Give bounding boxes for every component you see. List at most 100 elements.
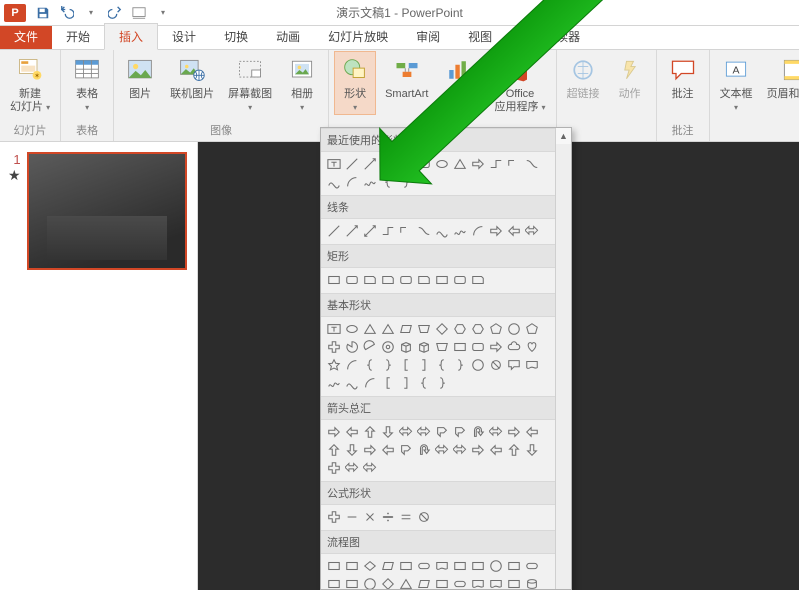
album-button[interactable]: 相册▾ (282, 52, 322, 114)
shape-item[interactable] (325, 374, 343, 392)
shape-item[interactable] (325, 557, 343, 575)
tab-transitions[interactable]: 切换 (210, 24, 262, 49)
shape-item[interactable] (361, 374, 379, 392)
shape-item[interactable] (433, 155, 451, 173)
shape-item[interactable] (325, 173, 343, 191)
shape-item[interactable] (505, 575, 523, 589)
office-apps-button[interactable]: Office应用程序 ▾ (490, 52, 549, 114)
shape-item[interactable] (361, 441, 379, 459)
shape-item[interactable] (505, 222, 523, 240)
shape-item[interactable] (451, 356, 469, 374)
shape-item[interactable] (433, 557, 451, 575)
shape-item[interactable] (361, 222, 379, 240)
shape-item[interactable] (469, 441, 487, 459)
shape-item[interactable] (343, 271, 361, 289)
shape-item[interactable] (325, 155, 343, 173)
shape-item[interactable] (343, 575, 361, 589)
shape-item[interactable] (415, 508, 433, 526)
shape-item[interactable] (505, 320, 523, 338)
shape-item[interactable] (379, 320, 397, 338)
scroll-up-icon[interactable]: ▲ (556, 128, 571, 144)
shape-item[interactable] (469, 338, 487, 356)
shape-item[interactable] (523, 423, 541, 441)
shape-item[interactable] (523, 575, 541, 589)
shape-item[interactable] (343, 173, 361, 191)
shape-item[interactable] (487, 423, 505, 441)
shape-item[interactable] (361, 557, 379, 575)
chart-button[interactable]: 图表 (438, 52, 478, 101)
action-button[interactable]: 动作 (610, 52, 650, 101)
shape-item[interactable] (325, 441, 343, 459)
save-icon[interactable] (32, 2, 54, 24)
shape-item[interactable] (487, 441, 505, 459)
shape-item[interactable] (487, 356, 505, 374)
shape-item[interactable] (397, 508, 415, 526)
tab-home[interactable]: 开始 (52, 24, 104, 49)
shape-item[interactable] (361, 320, 379, 338)
shape-item[interactable] (523, 557, 541, 575)
shape-item[interactable] (433, 374, 451, 392)
undo-icon[interactable] (56, 2, 78, 24)
slide-thumbnail-1[interactable] (27, 152, 187, 270)
shape-item[interactable] (415, 222, 433, 240)
shape-item[interactable] (361, 356, 379, 374)
tab-animations[interactable]: 动画 (262, 24, 314, 49)
shape-item[interactable] (415, 575, 433, 589)
shape-item[interactable] (487, 338, 505, 356)
table-button[interactable]: 表格▾ (67, 52, 107, 114)
shape-item[interactable] (343, 222, 361, 240)
shape-item[interactable] (379, 374, 397, 392)
shape-item[interactable] (343, 320, 361, 338)
shape-item[interactable] (505, 338, 523, 356)
shape-item[interactable] (397, 423, 415, 441)
shape-item[interactable] (343, 441, 361, 459)
shape-item[interactable] (469, 320, 487, 338)
shape-item[interactable] (469, 271, 487, 289)
header-footer-button[interactable]: 页眉和页脚 (763, 52, 799, 101)
shape-item[interactable] (451, 557, 469, 575)
shape-item[interactable] (487, 557, 505, 575)
shape-item[interactable] (397, 356, 415, 374)
shape-item[interactable] (379, 271, 397, 289)
shape-item[interactable] (379, 356, 397, 374)
shape-item[interactable] (343, 423, 361, 441)
tab-design[interactable]: 设计 (158, 24, 210, 49)
shape-item[interactable] (397, 575, 415, 589)
animation-indicator-icon[interactable]: ★ (8, 167, 21, 184)
shape-item[interactable] (451, 575, 469, 589)
shape-item[interactable] (415, 557, 433, 575)
shape-item[interactable] (361, 271, 379, 289)
shape-item[interactable] (397, 338, 415, 356)
shape-item[interactable] (397, 271, 415, 289)
shape-item[interactable] (505, 155, 523, 173)
shape-item[interactable] (487, 575, 505, 589)
shape-item[interactable] (343, 557, 361, 575)
shape-item[interactable] (325, 338, 343, 356)
shapes-scrollbar[interactable]: ▲ (555, 128, 571, 589)
shape-item[interactable] (325, 459, 343, 477)
shape-item[interactable] (505, 557, 523, 575)
shape-item[interactable] (397, 441, 415, 459)
shape-item[interactable] (433, 222, 451, 240)
shape-item[interactable] (379, 338, 397, 356)
hyperlink-button[interactable]: 超链接 (563, 52, 604, 101)
shape-item[interactable] (451, 320, 469, 338)
shape-item[interactable] (433, 338, 451, 356)
shape-item[interactable] (451, 271, 469, 289)
shape-item[interactable] (433, 271, 451, 289)
shape-item[interactable] (469, 155, 487, 173)
shapes-button[interactable]: 形状▾ (335, 52, 375, 114)
shape-item[interactable] (397, 320, 415, 338)
shape-item[interactable] (397, 557, 415, 575)
shape-item[interactable] (379, 508, 397, 526)
picture-button[interactable]: 图片 (120, 52, 160, 101)
undo-dropdown-icon[interactable]: ▾ (80, 2, 102, 24)
shape-item[interactable] (343, 374, 361, 392)
shape-item[interactable] (415, 271, 433, 289)
shape-item[interactable] (343, 356, 361, 374)
new-slide-button[interactable]: ✶ 新建幻灯片 ▾ (6, 52, 54, 114)
shape-item[interactable] (433, 575, 451, 589)
tab-insert[interactable]: 插入 (104, 23, 158, 50)
shape-item[interactable] (379, 423, 397, 441)
shape-item[interactable] (487, 320, 505, 338)
